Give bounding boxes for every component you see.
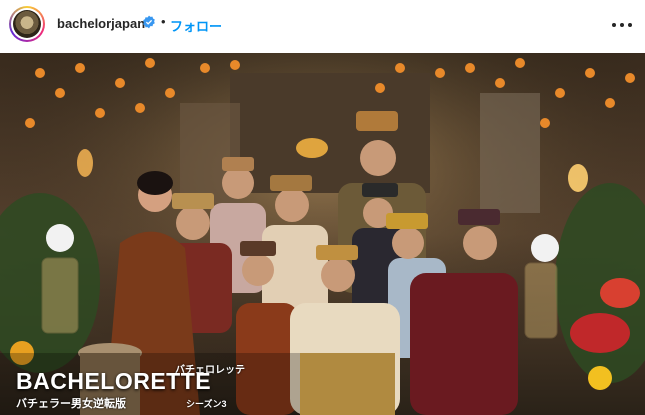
- logo-title: BACHELORETTE: [16, 368, 212, 394]
- post-header: bachelorjapan • フォロー: [0, 0, 645, 50]
- more-options-icon[interactable]: [607, 10, 637, 40]
- profile-avatar[interactable]: [9, 6, 45, 42]
- separator-dot: •: [161, 14, 166, 29]
- username-link[interactable]: bachelorjapan: [57, 16, 145, 31]
- logo-season: シーズン3: [186, 399, 227, 409]
- follow-button[interactable]: フォロー: [170, 16, 222, 35]
- group-photo-illustration: [0, 53, 645, 415]
- logo-subtitle: バチェラー男女逆転版: [16, 398, 126, 410]
- verified-badge-icon: [143, 15, 155, 29]
- post-photo[interactable]: バチェロレッテ BACHELORETTE バチェラー男女逆転版 シーズン3: [0, 53, 645, 415]
